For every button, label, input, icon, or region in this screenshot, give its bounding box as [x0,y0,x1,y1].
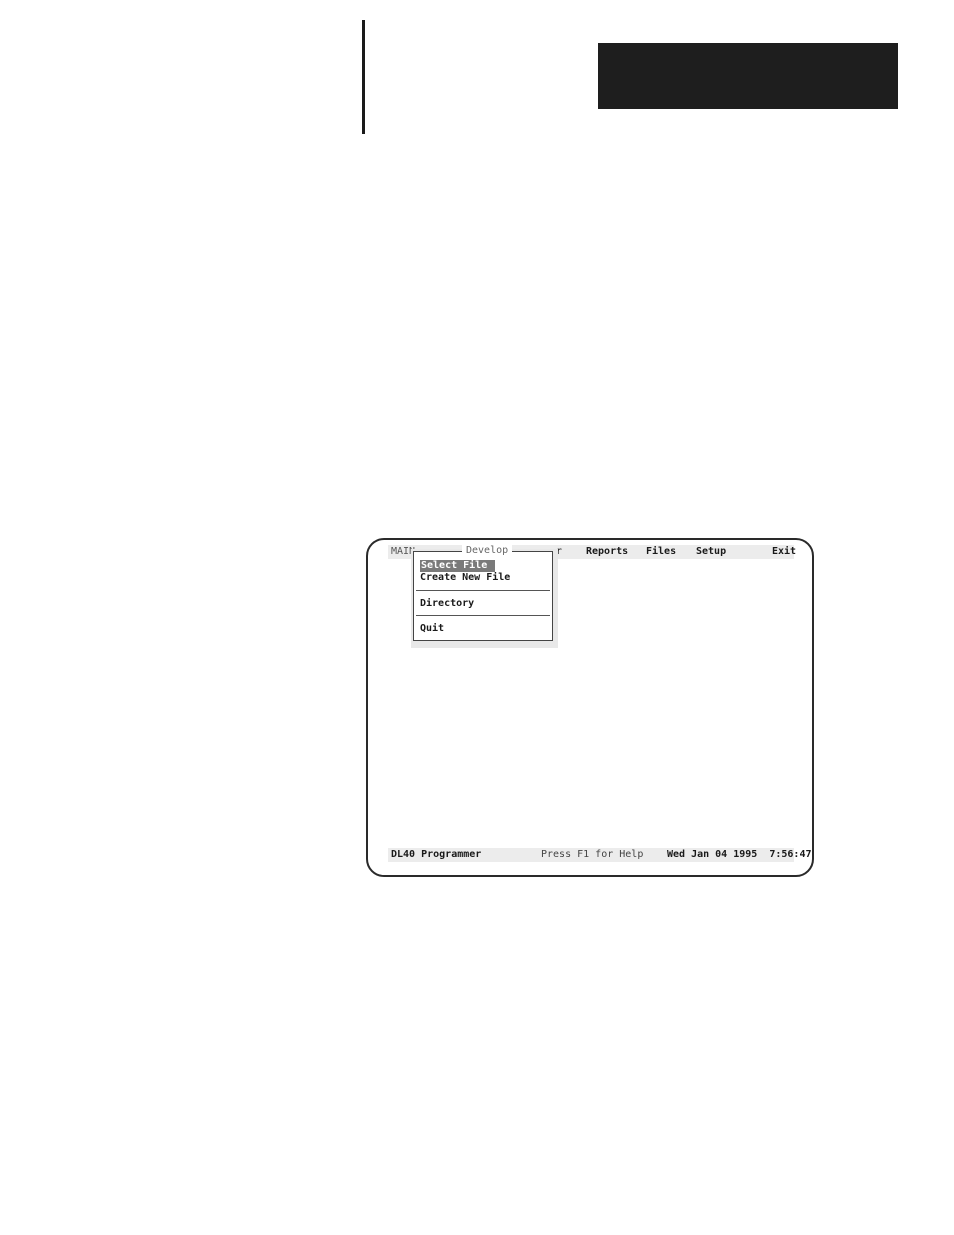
menu-item-create-new-file[interactable]: Create New File [420,572,510,584]
terminal-screen: MAIN r Reports Files Setup Exit Develop … [388,545,812,865]
menu-item-quit[interactable]: Quit [420,623,444,635]
status-datetime: Wed Jan 04 1995 7:56:47 [667,849,812,860]
menu-exit[interactable]: Exit [772,546,796,558]
status-help-hint: Press F1 for Help [541,849,644,860]
develop-dropdown: Develop Select File Create New File Dire… [413,545,553,641]
menu-files[interactable]: Files [646,546,676,558]
status-app-name: DL40 Programmer [391,849,482,860]
menu-separator [416,590,550,591]
menu-setup[interactable]: Setup [696,546,726,558]
page-margin-rule [362,20,365,134]
chapter-tab [598,43,898,109]
menu-item-directory[interactable]: Directory [420,598,474,610]
menu-item-select-file[interactable]: Select File [420,560,495,572]
menu-separator [416,615,550,616]
status-bar: DL40 Programmer Press F1 for Help Wed Ja… [388,848,812,862]
dropdown-title: Develop [462,545,513,557]
menu-reports[interactable]: Reports [586,546,628,558]
